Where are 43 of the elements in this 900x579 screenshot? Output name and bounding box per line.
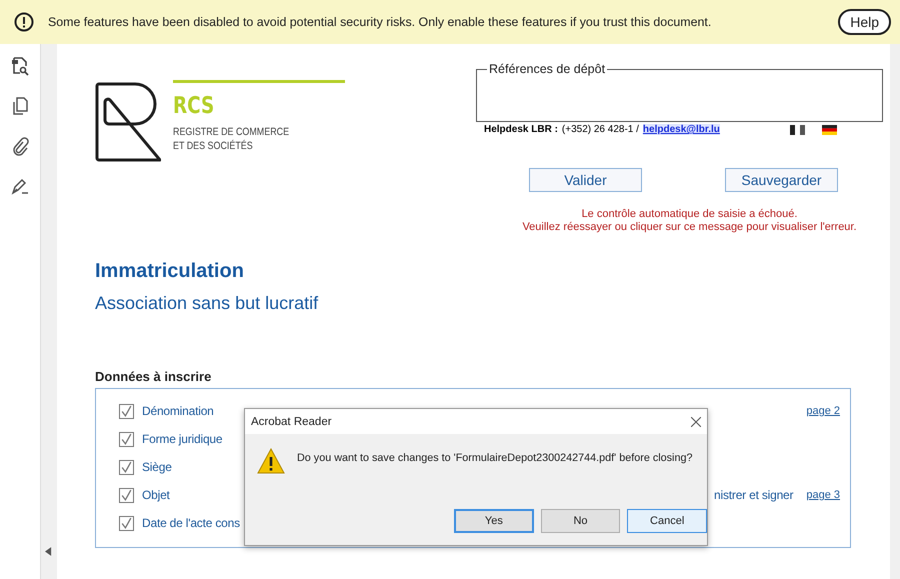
warning-icon [257,448,285,474]
item-label: Objet [142,488,170,502]
dialog-message: Do you want to save changes to 'FormulaireDepot2300242744.pdf' before closing? [297,452,692,464]
error-message[interactable]: Veuillez réessayer ou cliquer sur ce message pour visualiser l'erreur. [522,221,857,234]
section-heading: Données à inscrire [95,369,212,384]
helpdesk-phone: (+352) 26 428-1 / [562,124,639,135]
form-button[interactable]: Valider [529,168,642,192]
item-label: Forme juridique [142,432,222,446]
collapse-arrow-icon[interactable] [45,547,52,556]
pen-sign-icon[interactable] [10,176,30,196]
form-button[interactable]: Sauvegarder [725,168,838,192]
close-icon[interactable] [691,416,701,426]
references-legend: Références de dépôt [487,62,608,76]
logo-mark-icon [95,82,161,162]
logo-subtitle: REGISTRE DE COMMERCE ET DES SOCIÉTÉS [173,125,290,153]
flag-icon[interactable] [790,124,805,134]
dialog-button[interactable]: No [540,509,620,533]
item-label: Siège [142,460,172,474]
checkbox[interactable] [119,460,134,474]
item-label: Date de l'acte cons [142,516,240,530]
page-link[interactable]: page 3 [806,489,840,501]
references-box[interactable]: Références de dépôt [476,62,883,122]
page-link[interactable]: page 2 [806,405,840,417]
flag-icon[interactable] [822,124,837,134]
document-search-icon[interactable] [10,56,30,76]
helpdesk-label: Helpdesk LBR : [484,124,558,135]
checkbox[interactable] [119,432,134,446]
checkbox[interactable] [119,404,134,418]
helpdesk-email-link[interactable]: helpdesk@lbr.lu [642,124,720,135]
error-message[interactable]: Le contrôle automatique de saisie a échoué. [582,208,798,221]
dialog-title: Acrobat Reader [251,416,332,428]
dialog-button[interactable]: Yes [454,509,534,533]
form-title: Immatriculation [95,260,244,283]
checkbox[interactable] [119,516,134,530]
item-label: Dénomination [142,404,214,418]
logo-acronym: RCS [173,93,216,119]
form-subtitle: Association sans but lucratif [95,293,318,314]
alert-icon [14,12,34,32]
checkbox[interactable] [119,488,134,502]
item-label: nistrer et signer [714,488,794,502]
security-message: Some features have been disabled to avoid potential security risks. Only enable these features if you trust this document. [48,15,712,29]
dialog-button[interactable]: Cancel [627,509,707,533]
help-button[interactable]: Help [838,9,891,35]
